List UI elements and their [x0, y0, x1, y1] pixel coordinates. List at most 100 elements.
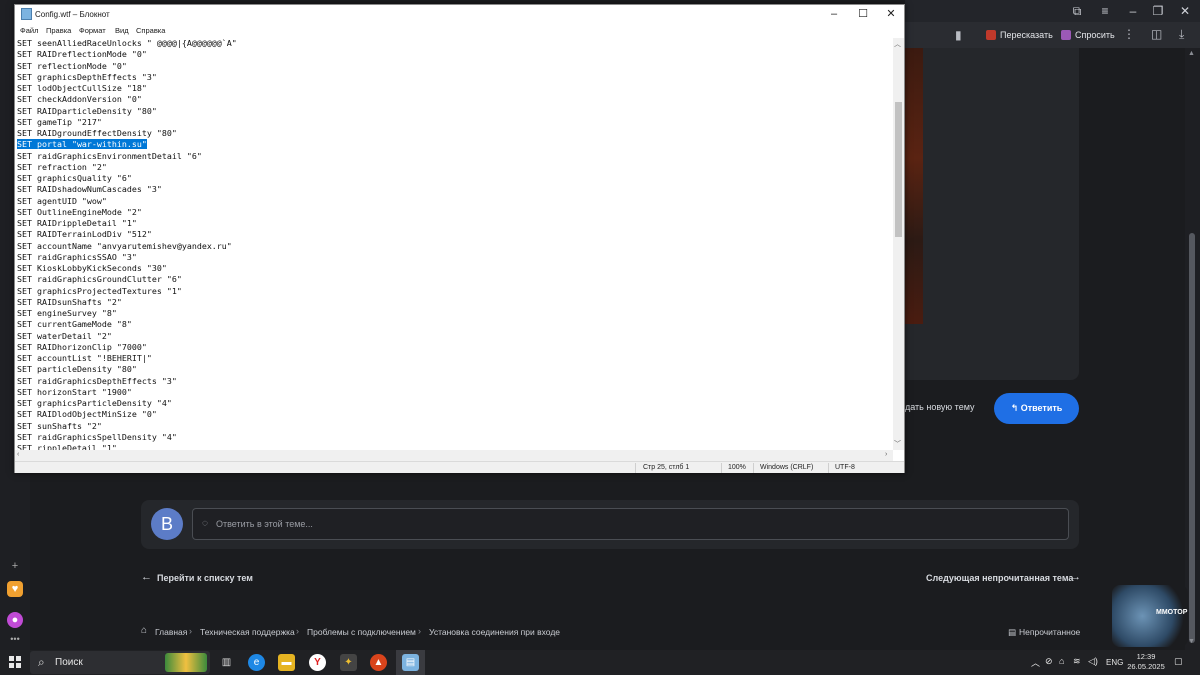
- text-line[interactable]: SET RAIDreflectionMode "0": [17, 49, 893, 60]
- scroll-down-icon[interactable]: ▼: [1188, 638, 1195, 645]
- text-line[interactable]: SET waterDetail "2": [17, 331, 893, 342]
- text-line[interactable]: SET accountName "anvyarutemishev@yandex.…: [17, 241, 893, 252]
- reply-input[interactable]: ◌ Ответить в этой теме...: [192, 508, 1069, 540]
- breadcrumb-connection[interactable]: Проблемы с подключением: [307, 627, 416, 637]
- text-line[interactable]: SET graphicsQuality "6": [17, 173, 893, 184]
- text-line[interactable]: SET RAIDrippleDetail "1": [17, 218, 893, 229]
- retell-button[interactable]: Пересказать: [986, 27, 1053, 43]
- reply-button[interactable]: ↰ Ответить: [994, 393, 1079, 424]
- maximize-button[interactable]: ☐: [855, 7, 871, 21]
- close-button[interactable]: ✕: [883, 7, 899, 21]
- market-icon[interactable]: ♥: [7, 581, 23, 597]
- download-icon[interactable]: ⤓: [1179, 27, 1184, 42]
- page-scrollbar[interactable]: ▲ ▼: [1185, 48, 1200, 650]
- text-editor[interactable]: SET seenAlliedRaceUnlocks " @@@@|{A@@@@@…: [17, 38, 893, 450]
- text-line[interactable]: SET accountList "!BEHERIT|": [17, 353, 893, 364]
- text-line[interactable]: SET RAIDparticleDensity "80": [17, 106, 893, 117]
- sidebar-panel-icon[interactable]: ◫: [1151, 27, 1162, 41]
- menu-view[interactable]: Вид: [115, 26, 129, 35]
- unread-link[interactable]: Непрочитанное: [1019, 627, 1080, 637]
- volume-icon[interactable]: ◁): [1088, 656, 1098, 667]
- text-line[interactable]: SET gameTip "217": [17, 117, 893, 128]
- edge-icon[interactable]: e: [248, 654, 265, 671]
- text-line[interactable]: SET currentGameMode "8": [17, 319, 893, 330]
- task-view-icon[interactable]: ▥: [218, 654, 235, 671]
- scroll-up-icon[interactable]: ︿: [894, 39, 901, 49]
- menu-file[interactable]: Файл: [20, 26, 38, 35]
- text-line[interactable]: SET sunShafts "2": [17, 421, 893, 432]
- game-launcher-icon[interactable]: ✦: [340, 654, 357, 671]
- menu-icon[interactable]: ≡: [1097, 3, 1113, 19]
- windows-start-icon[interactable]: [9, 656, 21, 668]
- back-to-list-link[interactable]: Перейти к списку тем: [157, 573, 253, 583]
- breadcrumb-support[interactable]: Техническая поддержка: [200, 627, 295, 637]
- text-line[interactable]: SET raidGraphicsGroundClutter "6": [17, 274, 893, 285]
- tray-app-icon[interactable]: ⊘: [1045, 656, 1053, 667]
- taskbar-search[interactable]: ⌕ Поиск: [30, 651, 210, 674]
- text-line[interactable]: SET seenAlliedRaceUnlocks " @@@@|{A@@@@@…: [17, 38, 893, 49]
- menu-format[interactable]: Формат: [79, 26, 106, 35]
- text-line[interactable]: SET RAIDsunShafts "2": [17, 297, 893, 308]
- minimize-icon[interactable]: –: [1125, 3, 1141, 19]
- text-line[interactable]: SET horizonStart "1900": [17, 387, 893, 398]
- add-icon[interactable]: +: [7, 558, 23, 574]
- tabs-icon[interactable]: ⧉: [1069, 3, 1085, 19]
- create-topic-link[interactable]: дать новую тему: [905, 402, 975, 412]
- text-line[interactable]: SET graphicsDepthEffects "3": [17, 72, 893, 83]
- text-line[interactable]: SET raidGraphicsDepthEffects "3": [17, 376, 893, 387]
- text-line[interactable]: SET engineSurvey "8": [17, 308, 893, 319]
- text-line[interactable]: SET checkAddonVersion "0": [17, 94, 893, 105]
- vertical-scrollbar[interactable]: ︿ ﹀: [893, 38, 904, 450]
- scroll-down-icon[interactable]: ﹀: [894, 439, 901, 449]
- text-line[interactable]: SET OutlineEngineMode "2": [17, 207, 893, 218]
- scroll-left-icon[interactable]: ‹: [17, 451, 19, 458]
- text-line[interactable]: SET raidGraphicsEnvironmentDetail "6": [17, 151, 893, 162]
- bookmark-icon[interactable]: ▮: [955, 28, 962, 42]
- text-line[interactable]: SET RAIDlodObjectMinSize "0": [17, 409, 893, 420]
- text-line[interactable]: SET KioskLobbyKickSeconds "30": [17, 263, 893, 274]
- network-icon[interactable]: ⌂: [1059, 656, 1064, 666]
- notifications-icon[interactable]: ▢: [1174, 656, 1183, 667]
- language-indicator[interactable]: ENG: [1106, 658, 1123, 667]
- scroll-thumb[interactable]: [895, 102, 902, 237]
- horizontal-scrollbar[interactable]: ‹ ›: [15, 450, 893, 461]
- text-line[interactable]: SET particleDensity "80": [17, 364, 893, 375]
- page-scroll-thumb[interactable]: [1189, 233, 1195, 643]
- notepad-titlebar[interactable]: Config.wtf – Блокнот – ☐ ✕: [15, 5, 904, 24]
- text-line[interactable]: SET RAIDshadowNumCascades "3": [17, 184, 893, 195]
- text-line[interactable]: SET graphicsParticleDensity "4": [17, 398, 893, 409]
- kebab-icon[interactable]: ⋮: [1123, 27, 1135, 41]
- alice-icon[interactable]: ●: [7, 612, 23, 628]
- text-line[interactable]: SET rippleDetail "1": [17, 443, 893, 450]
- mmotop-logo[interactable]: MMOTOP: [1112, 585, 1188, 647]
- text-line[interactable]: SET portal "war-within.su": [17, 139, 893, 150]
- text-line[interactable]: SET RAIDTerrainLodDiv "512": [17, 229, 893, 240]
- ask-button[interactable]: Спросить: [1061, 27, 1115, 43]
- yandex-browser-icon[interactable]: Y: [309, 654, 326, 671]
- text-line[interactable]: SET raidGraphicsSSAO "3": [17, 252, 893, 263]
- text-line[interactable]: SET refraction "2": [17, 162, 893, 173]
- menu-help[interactable]: Справка: [136, 26, 165, 35]
- scroll-up-icon[interactable]: ▲: [1188, 50, 1195, 57]
- breadcrumb-home[interactable]: Главная: [155, 627, 187, 637]
- wifi-icon[interactable]: ≋: [1073, 656, 1081, 667]
- close-icon[interactable]: ✕: [1177, 3, 1193, 19]
- text-line[interactable]: SET raidGraphicsSpellDensity "4": [17, 432, 893, 443]
- text-line[interactable]: SET graphicsProjectedTextures "1": [17, 286, 893, 297]
- notepad-taskbar-icon[interactable]: ▤: [402, 654, 419, 671]
- text-line[interactable]: SET agentUID "wow": [17, 196, 893, 207]
- explorer-icon[interactable]: ▬: [278, 654, 295, 671]
- tray-expand-icon[interactable]: ︿: [1031, 656, 1040, 669]
- clock[interactable]: 12:39 26.05.2025: [1126, 652, 1166, 672]
- restore-icon[interactable]: ❐: [1150, 3, 1166, 19]
- text-line[interactable]: SET RAIDgroundEffectDensity "80": [17, 128, 893, 139]
- text-line[interactable]: SET RAIDhorizonClip "7000": [17, 342, 893, 353]
- menu-edit[interactable]: Правка: [46, 26, 71, 35]
- next-unread-link[interactable]: Следующая непрочитанная тема: [926, 573, 1073, 583]
- text-line[interactable]: SET lodObjectCullSize "18": [17, 83, 893, 94]
- scroll-right-icon[interactable]: ›: [885, 451, 887, 458]
- minimize-button[interactable]: –: [826, 7, 842, 21]
- app-launcher-icon[interactable]: ▲: [370, 654, 387, 671]
- text-line[interactable]: SET reflectionMode "0": [17, 61, 893, 72]
- more-icon[interactable]: •••: [7, 631, 23, 647]
